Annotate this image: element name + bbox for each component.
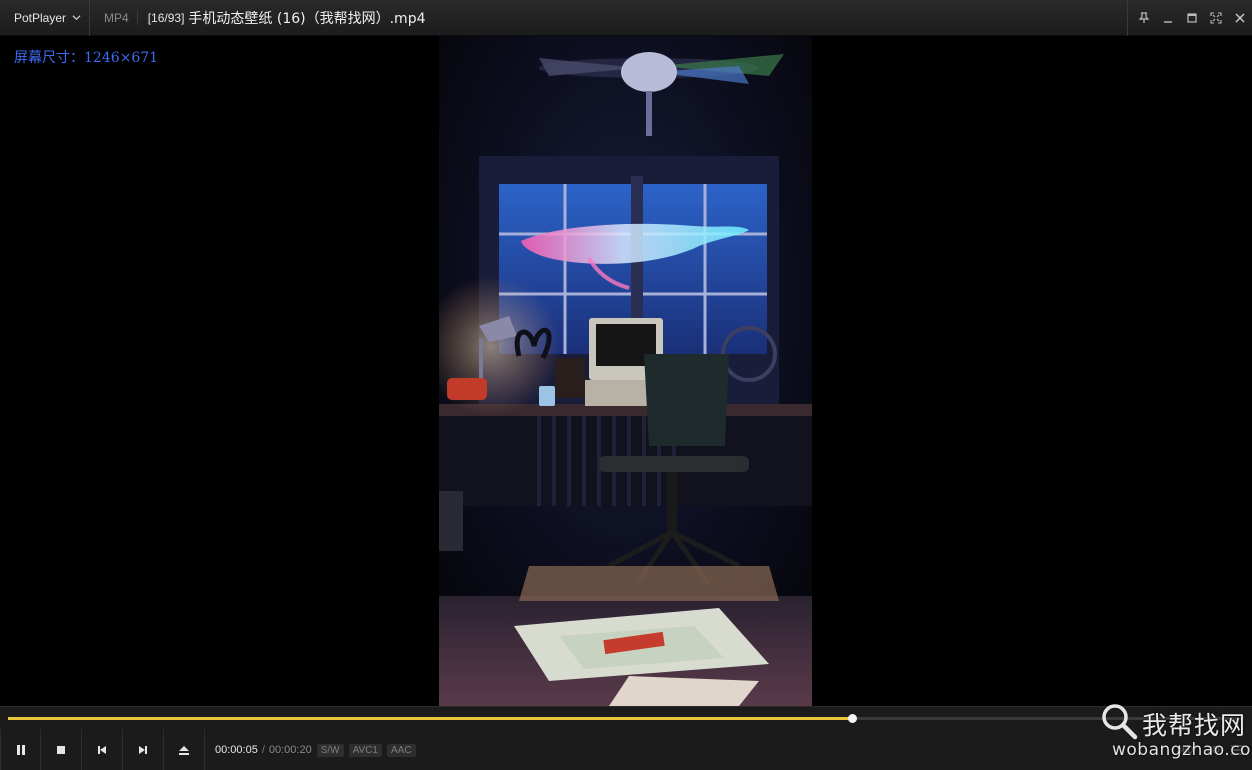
close-icon — [1235, 13, 1245, 23]
vr-360-button[interactable]: 360° — [1177, 745, 1198, 756]
time-display: 00:00:05 / 00:00:20 S/W AVC1 AAC — [215, 743, 416, 757]
pin-button[interactable] — [1132, 0, 1156, 36]
fullscreen-icon — [1210, 12, 1222, 24]
screen-size-osd: 屏幕尺寸：1246×671 — [14, 50, 159, 66]
stop-button[interactable] — [41, 729, 82, 770]
current-time: 00:00:05 — [215, 744, 258, 756]
playlist-menu-button[interactable] — [1230, 744, 1244, 756]
app-name: PotPlayer — [14, 10, 67, 25]
minimize-icon — [1164, 21, 1172, 23]
format-label: MP4 — [96, 10, 138, 25]
pause-button[interactable] — [0, 729, 41, 770]
seek-bar[interactable] — [8, 714, 1244, 723]
video-area[interactable]: 屏幕尺寸：1246×671 — [0, 36, 1252, 706]
next-button[interactable] — [123, 729, 164, 770]
renderer-badge[interactable]: S/W — [316, 743, 344, 757]
fullscreen-button[interactable] — [1204, 0, 1228, 36]
stop-icon — [57, 746, 65, 754]
previous-button[interactable] — [82, 729, 123, 770]
app-menu-button[interactable]: PotPlayer — [0, 0, 91, 36]
pin-icon — [1138, 12, 1150, 23]
close-button[interactable] — [1228, 0, 1252, 36]
maximize-icon — [1187, 13, 1197, 23]
3d-button[interactable]: 3D — [1207, 745, 1220, 756]
video-frame — [439, 36, 812, 706]
eject-icon — [179, 746, 189, 755]
seek-handle[interactable] — [848, 714, 858, 723]
pause-icon — [16, 745, 25, 755]
menu-icon — [1231, 745, 1243, 755]
video-frame-image — [439, 36, 812, 706]
maximize-button[interactable] — [1180, 0, 1204, 36]
time-separator: / — [261, 744, 265, 756]
window-controls — [1127, 0, 1252, 36]
chevron-down-icon — [72, 15, 81, 21]
duration: 00:00:20 — [268, 744, 312, 756]
video-codec-badge[interactable]: AVC1 — [348, 743, 382, 757]
next-icon — [139, 746, 147, 754]
eject-button[interactable] — [164, 729, 205, 770]
seek-progress — [8, 717, 853, 720]
file-title: 手机动态壁纸 (16)（我帮找网）.mp4 — [188, 10, 426, 27]
title-bar: PotPlayer MP4 [16/93] 手机动态壁纸 (16)（我帮找网）.… — [0, 0, 1252, 36]
playlist-position: [16/93] — [147, 10, 185, 25]
previous-icon — [98, 746, 106, 754]
control-bar: 00:00:05 / 00:00:20 S/W AVC1 AAC 360° 3D — [0, 706, 1252, 770]
audio-codec-badge[interactable]: AAC — [387, 743, 416, 757]
minimize-button[interactable] — [1156, 0, 1180, 36]
right-controls: 360° 3D — [1177, 729, 1244, 770]
